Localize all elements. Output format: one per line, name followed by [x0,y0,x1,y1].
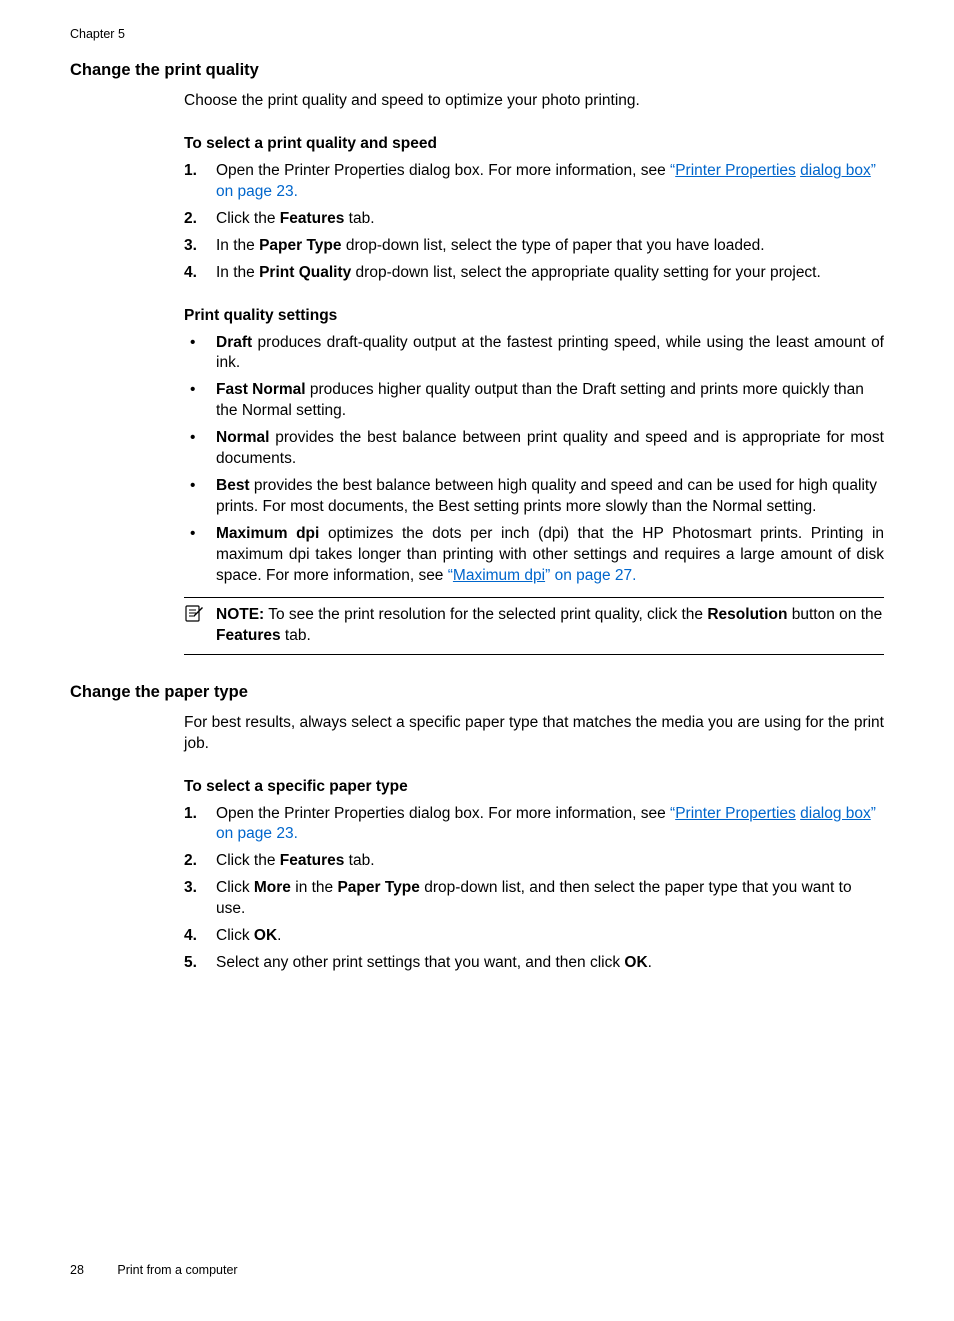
step-number: 2. [184,851,197,872]
maximum-dpi-link[interactable]: “Maximum dpi” on page 27. [448,567,637,584]
step-item: 5. Select any other print settings that … [184,953,884,974]
intro-text: For best results, always select a specif… [184,713,884,755]
settings-title: Print quality settings [184,306,884,327]
step-item: 4. Click OK. [184,926,884,947]
section-heading-paper-type: Change the paper type [70,681,884,703]
step-number: 3. [184,878,197,899]
list-item: Draft produces draft-quality output at t… [184,333,884,375]
list-item: Fast Normal produces higher quality outp… [184,380,884,422]
step-item: 2. Click the Features tab. [184,851,884,872]
list-item: Best provides the best balance between h… [184,476,884,518]
step-number: 1. [184,804,197,825]
page-footer: 28 Print from a computer [70,1262,238,1279]
step-text: Click OK. [216,927,281,944]
step-number: 4. [184,926,197,947]
procedure-steps: 1. Open the Printer Properties dialog bo… [184,161,884,284]
list-item: Maximum dpi optimizes the dots per inch … [184,524,884,587]
chapter-label: Chapter 5 [70,26,884,43]
list-item: Normal provides the best balance between… [184,428,884,470]
step-item: 4. In the Print Quality drop-down list, … [184,263,884,284]
step-text: Click the Features tab. [216,210,375,227]
settings-list: Draft produces draft-quality output at t… [184,333,884,587]
step-number: 4. [184,263,197,284]
section-body-print-quality: Choose the print quality and speed to op… [184,91,884,654]
step-text: In the Print Quality drop-down list, sel… [216,264,821,281]
footer-title: Print from a computer [117,1263,237,1277]
step-text: Select any other print settings that you… [216,954,652,971]
step-number: 3. [184,236,197,257]
procedure-title: To select a specific paper type [184,777,884,798]
step-text: Click the Features tab. [216,852,375,869]
step-text: Open the Printer Properties dialog box. … [216,162,876,200]
step-text: Open the Printer Properties dialog box. … [216,805,876,843]
section-heading-print-quality: Change the print quality [70,59,884,81]
step-number: 5. [184,953,197,974]
note-block: NOTE: To see the print resolution for th… [184,597,884,655]
step-item: 3. Click More in the Paper Type drop-dow… [184,878,884,920]
step-item: 1. Open the Printer Properties dialog bo… [184,804,884,846]
section-body-paper-type: For best results, always select a specif… [184,713,884,974]
page-number: 28 [70,1263,84,1277]
step-number: 1. [184,161,197,182]
step-item: 1. Open the Printer Properties dialog bo… [184,161,884,203]
intro-text: Choose the print quality and speed to op… [184,91,884,112]
procedure-title: To select a print quality and speed [184,134,884,155]
step-number: 2. [184,209,197,230]
step-item: 2. Click the Features tab. [184,209,884,230]
note-icon [184,605,204,630]
procedure-steps: 1. Open the Printer Properties dialog bo… [184,804,884,974]
step-item: 3. In the Paper Type drop-down list, sel… [184,236,884,257]
note-text: NOTE: To see the print resolution for th… [216,606,882,644]
step-text: In the Paper Type drop-down list, select… [216,237,765,254]
step-text: Click More in the Paper Type drop-down l… [216,879,852,917]
